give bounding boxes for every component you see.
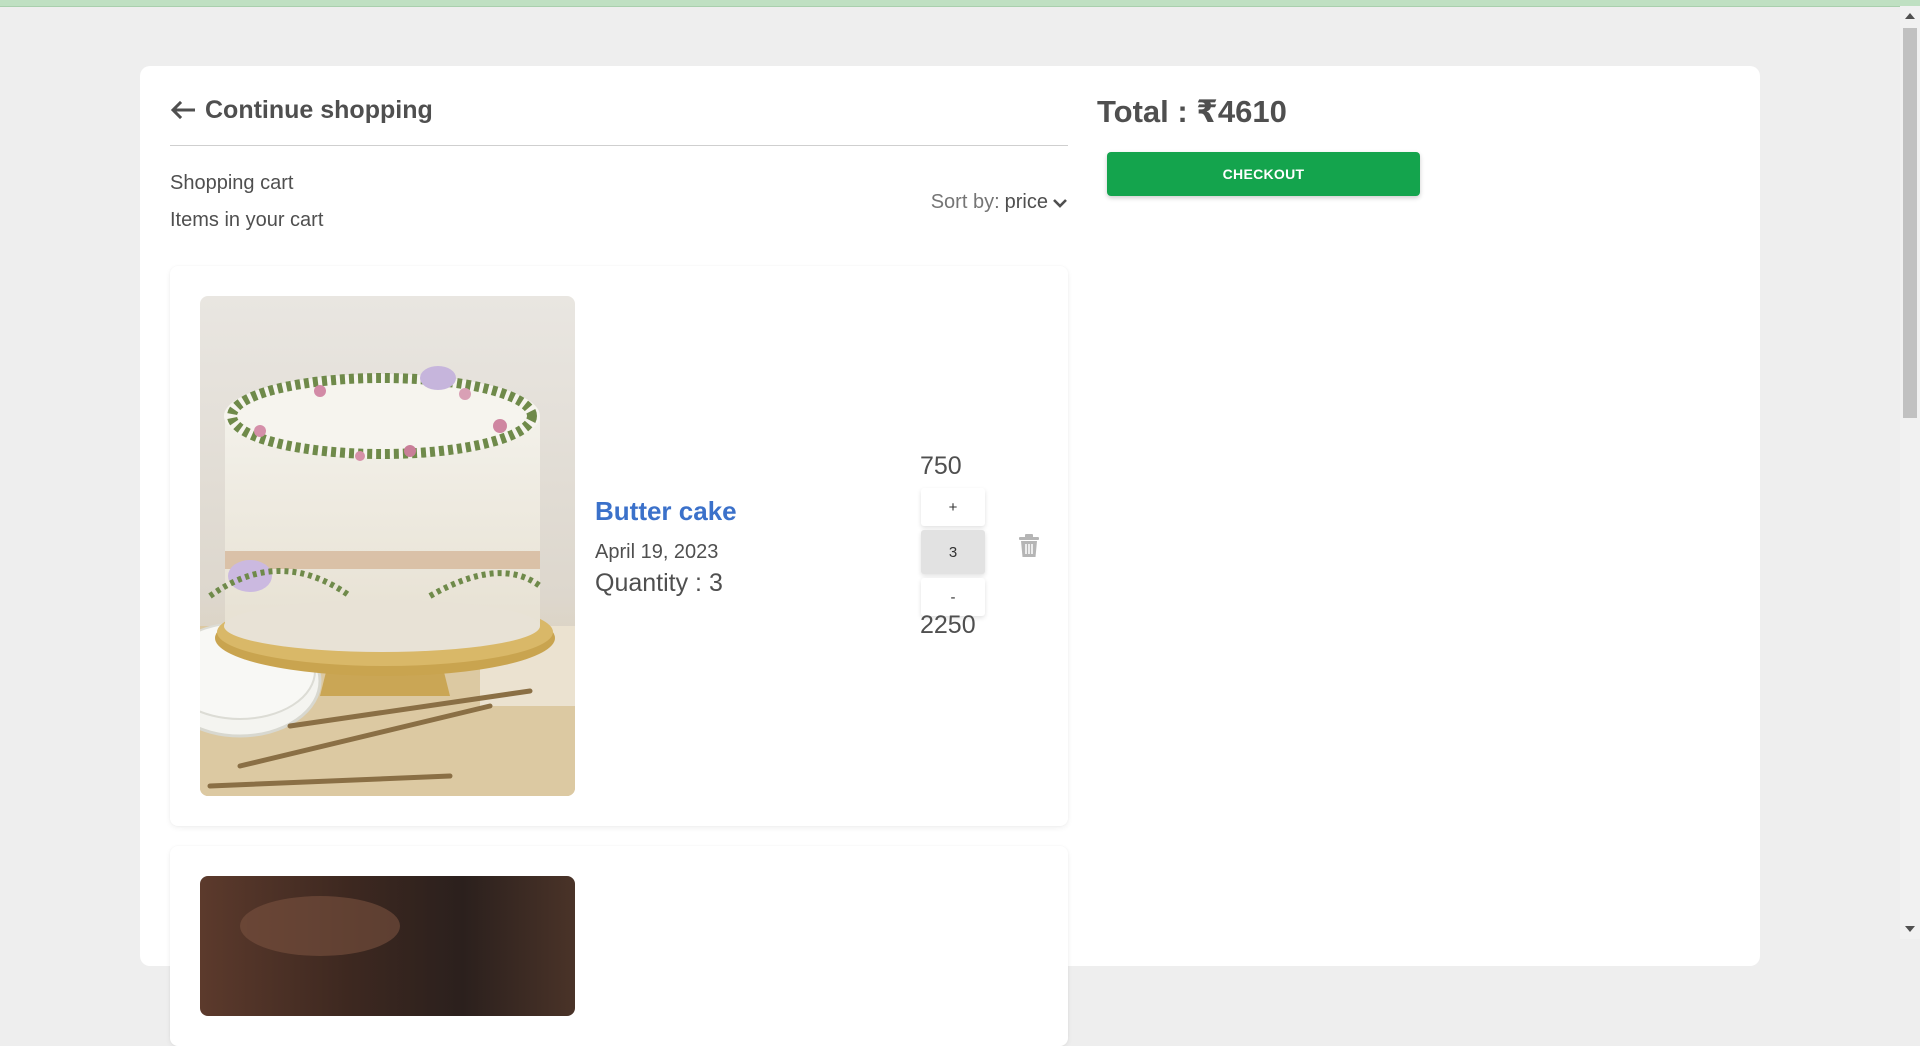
product-name-link[interactable]: Butter cake — [595, 496, 737, 527]
cart-item-card — [170, 846, 1068, 1046]
product-quantity-text: Quantity : 3 — [595, 569, 723, 597]
line-total: 2250 — [920, 611, 976, 639]
sort-dropdown[interactable]: Sort by: price — [931, 191, 1068, 214]
cart-total: Total : ₹4610 — [1097, 94, 1287, 129]
checkout-button[interactable]: CHECKOUT — [1107, 152, 1420, 196]
sort-label: Sort by: — [930, 191, 1000, 213]
cart-page-card: Continue shopping Shopping cart Items in… — [140, 66, 1760, 1046]
page-scrollbar[interactable] — [1900, 6, 1920, 939]
cart-subtitle: Items in your cart — [170, 209, 324, 231]
header-divider — [170, 145, 1068, 146]
continue-shopping-link[interactable]: Continue shopping — [170, 94, 433, 126]
quantity-stepper: + 3 - — [921, 488, 985, 616]
unit-price: 750 — [920, 452, 962, 480]
scroll-down-arrow-icon[interactable] — [1905, 926, 1915, 932]
trash-icon[interactable] — [1018, 534, 1040, 558]
cart-title: Shopping cart — [170, 172, 294, 194]
continue-shopping-label: Continue shopping — [205, 95, 433, 124]
browser-top-strip — [0, 0, 1920, 7]
sort-value: price — [1004, 191, 1048, 213]
increment-button[interactable]: + — [921, 488, 985, 526]
scroll-thumb[interactable] — [1903, 28, 1917, 418]
product-image-butter-cake — [200, 296, 575, 796]
scroll-up-arrow-icon[interactable] — [1905, 13, 1915, 19]
chevron-down-icon — [1053, 198, 1067, 208]
quantity-value: 3 — [921, 530, 985, 574]
product-date: April 19, 2023 — [595, 541, 719, 563]
arrow-left-icon — [170, 100, 195, 120]
cart-item-card: Butter cake April 19, 2023 Quantity : 3 … — [170, 266, 1068, 826]
product-image — [200, 876, 575, 1016]
